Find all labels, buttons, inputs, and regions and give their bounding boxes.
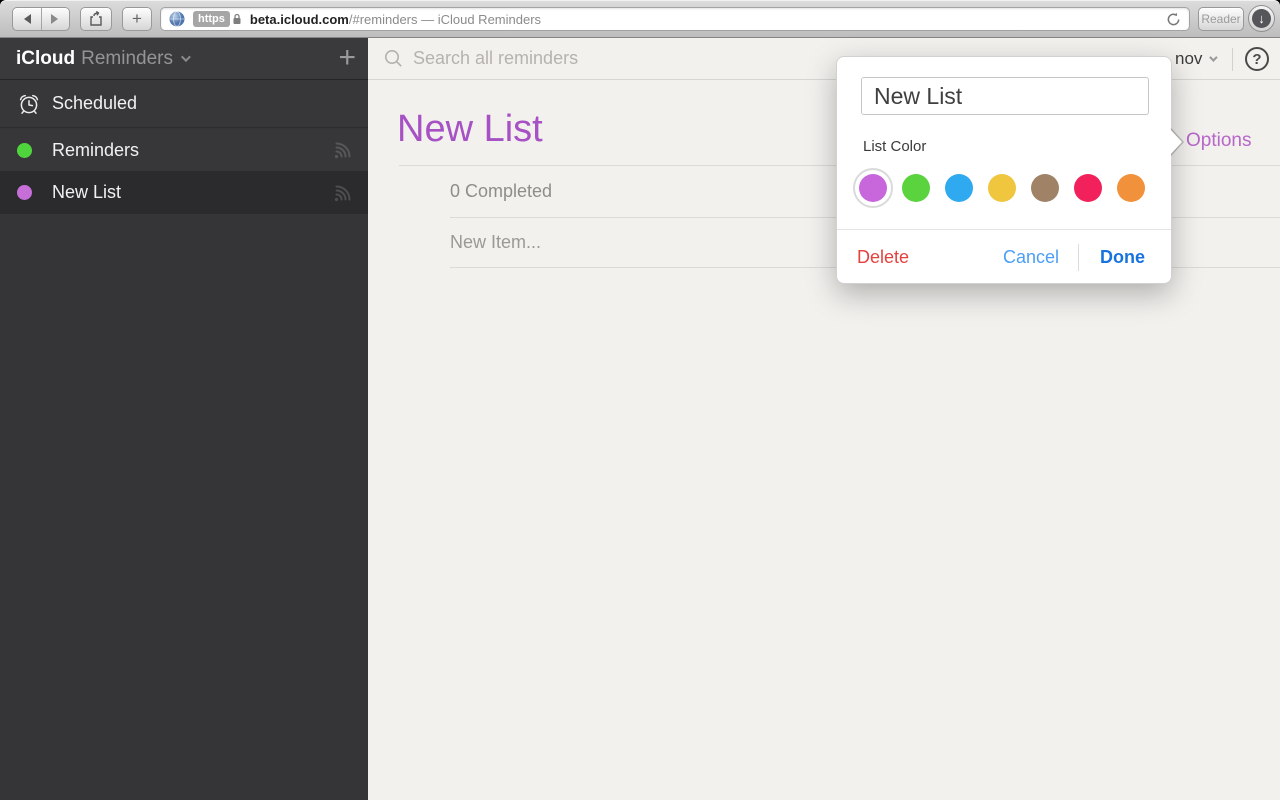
footer-divider: [1078, 244, 1079, 271]
color-swatch[interactable]: [1025, 168, 1065, 208]
sidebar: iCloud Reminders + Scheduled Reminders N…: [0, 38, 368, 800]
color-swatch-dot: [1074, 174, 1102, 202]
page-title: New List: [397, 108, 543, 150]
app-switcher[interactable]: Reminders: [81, 48, 173, 70]
completed-count: 0 Completed: [450, 181, 553, 201]
color-swatch-dot: [902, 174, 930, 202]
back-button[interactable]: [13, 8, 42, 30]
color-swatch[interactable]: [982, 168, 1022, 208]
sidebar-item-label: Reminders: [52, 139, 140, 160]
alarm-clock-icon: [17, 92, 43, 116]
icloud-logo-text: iCloud: [16, 47, 76, 69]
color-swatch-dot: [945, 174, 973, 202]
sidebar-item-label: Scheduled: [52, 93, 138, 113]
chevron-down-icon: [180, 52, 191, 63]
browser-toolbar: + https beta.icloud.com /#reminders — iC…: [0, 0, 1280, 38]
list-color-dot: [17, 142, 43, 158]
list-name-input[interactable]: [861, 77, 1149, 115]
https-badge: https: [193, 11, 230, 27]
account-name: nov: [1175, 49, 1203, 68]
help-button[interactable]: ?: [1245, 47, 1269, 71]
sidebar-item-scheduled[interactable]: Scheduled: [0, 80, 368, 128]
icloud-reminders-window: + https beta.icloud.com /#reminders — iC…: [0, 0, 1280, 800]
plus-icon: +: [132, 9, 142, 28]
share-button[interactable]: [80, 7, 112, 31]
url-domain: beta.icloud.com: [249, 11, 349, 27]
downloads-button[interactable]: ↓: [1248, 5, 1275, 32]
done-button[interactable]: Done: [1100, 230, 1145, 284]
sidebar-item-new-list[interactable]: New List: [0, 171, 368, 214]
list-color-dot: [17, 185, 43, 200]
delete-button[interactable]: Delete: [857, 230, 909, 284]
sidebar-item-label: New List: [52, 182, 122, 202]
account-menu[interactable]: nov: [1175, 38, 1219, 80]
color-swatch-dot: [859, 174, 887, 202]
options-button[interactable]: Options: [1186, 130, 1251, 152]
lock-icon: [233, 13, 241, 24]
forward-button[interactable]: [42, 8, 70, 30]
share-icon: [90, 11, 102, 26]
shared-list-icon: [334, 185, 351, 201]
sidebar-item-reminders[interactable]: Reminders: [0, 129, 368, 171]
color-swatch[interactable]: [896, 168, 936, 208]
list-color-label: List Color: [863, 138, 927, 155]
reader-label: Reader: [1201, 12, 1241, 26]
reader-button[interactable]: Reader: [1198, 7, 1244, 31]
color-swatch-dot: [1031, 174, 1059, 202]
color-swatch[interactable]: [1111, 168, 1151, 208]
color-swatch[interactable]: [853, 168, 893, 208]
popover-footer: Delete Cancel Done: [837, 229, 1171, 285]
color-swatch-row: [853, 168, 1151, 208]
new-item-placeholder[interactable]: New Item...: [450, 217, 541, 267]
search-icon: [385, 50, 402, 67]
new-tab-button[interactable]: +: [122, 7, 152, 31]
site-globe-icon: [169, 11, 185, 27]
back-arrow-icon: [23, 14, 31, 24]
reload-button[interactable]: [1166, 12, 1181, 27]
download-arrow-icon: ↓: [1252, 9, 1271, 28]
color-swatch[interactable]: [939, 168, 979, 208]
header-divider: [1232, 48, 1233, 71]
add-list-button[interactable]: +: [338, 41, 356, 75]
shared-list-icon: [334, 142, 351, 159]
question-mark-icon: ?: [1252, 51, 1262, 68]
sidebar-header: iCloud Reminders +: [0, 38, 368, 80]
url-path: /#reminders — iCloud Reminders: [348, 11, 542, 27]
cancel-button[interactable]: Cancel: [1003, 230, 1059, 284]
address-bar[interactable]: https beta.icloud.com /#reminders — iClo…: [160, 7, 1190, 31]
history-nav-group: [12, 7, 70, 31]
list-options-popover: List Color Delete Cancel Done: [836, 56, 1184, 285]
color-swatch-dot: [1117, 174, 1145, 202]
color-swatch[interactable]: [1068, 168, 1108, 208]
color-swatch-dot: [988, 174, 1016, 202]
forward-arrow-icon: [51, 14, 59, 24]
